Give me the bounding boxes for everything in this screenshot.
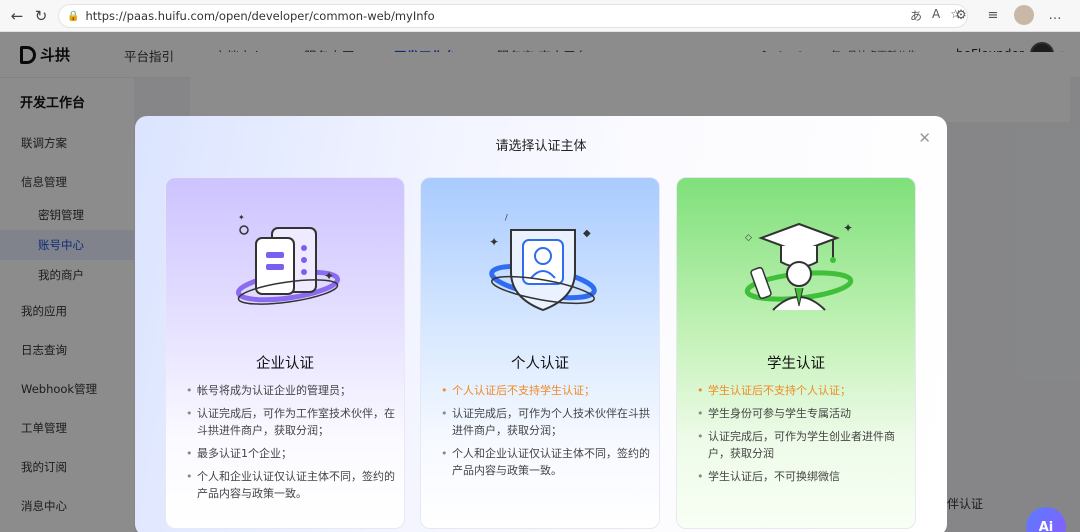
modal-title: 请选择认证主体 (495, 139, 587, 154)
list-item: 认证完成后，可作为工作室技术伙伴，在斗拱进件商户，获取分润； (186, 405, 396, 439)
graduation-cap-icon: ✦ ◇ (744, 221, 854, 311)
card-enterprise[interactable]: ✦ ✦ 企业认证 帐号将成为认证企业的管理员； 认证完成后，可作为工作室技术伙伴… (165, 177, 405, 529)
card-enterprise-title: 企业认证 (256, 356, 314, 372)
card-personal-list: 个人认证后不支持学生认证； 认证完成后，可作为个人技术伙伴在斗拱进件商户，获取分… (441, 382, 651, 485)
address-bar[interactable]: 🔒 https://paas.huifu.com/open/developer/… (58, 4, 968, 28)
user-shield-icon: ✦ ◆ / (489, 213, 597, 312)
url-text: https://paas.huifu.com/open/developer/co… (85, 9, 435, 23)
extensions-icon[interactable]: ⚙ (950, 4, 972, 26)
list-item-warning: 个人认证后不支持学生认证； (441, 382, 651, 399)
auth-modal: 请选择认证主体 ✕ ✦ ✦ 企业认证 帐号将成为认证企业的管理员； 认证完成后，… (135, 116, 947, 532)
read-aloud-icon[interactable]: A (932, 7, 940, 24)
card-personal[interactable]: ✦ ◆ / 个人认证 个人认证后不支持学生认证； 认证完成后，可作为个人技术伙伴… (420, 177, 660, 529)
favorites-icon[interactable]: ≡ (982, 4, 1004, 26)
svg-text:◆: ◆ (583, 228, 591, 239)
list-item: 个人和企业认证仅认证主体不同，签约的产品内容与政策一致。 (441, 445, 651, 479)
card-personal-title: 个人认证 (511, 356, 569, 372)
list-item: 学生认证后，不可换绑微信 (697, 468, 907, 485)
list-item: 认证完成后，可作为学生创业者进件商户，获取分润 (697, 428, 907, 462)
card-student-list: 学生认证后不支持个人认证； 学生身份可参与学生专属活动 认证完成后，可作为学生创… (697, 382, 907, 491)
svg-text:✦: ✦ (489, 235, 499, 249)
list-item-warning: 学生认证后不支持个人认证； (697, 382, 907, 399)
svg-text:◇: ◇ (745, 233, 752, 243)
list-item: 个人和企业认证仅认证主体不同，签约的产品内容与政策一致。 (186, 468, 396, 502)
svg-text:✦: ✦ (324, 269, 334, 283)
card-student-title: 学生认证 (767, 356, 825, 372)
lock-icon: 🔒 (67, 10, 80, 22)
more-icon[interactable]: … (1044, 4, 1066, 26)
building-icon: ✦ ✦ (235, 213, 341, 305)
browser-toolbar: ← ↻ 🔒 https://paas.huifu.com/open/develo… (0, 0, 1080, 32)
svg-text:/: / (505, 213, 508, 222)
list-item: 最多认证1个企业； (186, 445, 396, 462)
profile-avatar[interactable] (1014, 5, 1034, 25)
list-item: 学生身份可参与学生专属活动 (697, 405, 907, 422)
card-enterprise-list: 帐号将成为认证企业的管理员； 认证完成后，可作为工作室技术伙伴，在斗拱进件商户，… (186, 382, 396, 508)
list-item: 帐号将成为认证企业的管理员； (186, 382, 396, 399)
svg-text:✦: ✦ (843, 221, 853, 235)
reload-icon[interactable]: ↻ (28, 3, 54, 29)
close-icon[interactable]: ✕ (918, 129, 931, 147)
list-item: 认证完成后，可作为个人技术伙伴在斗拱进件商户，获取分润； (441, 405, 651, 439)
card-student[interactable]: ✦ ◇ 学生认证 学生认证后不支持个人认证； 学生身份可参与学生专属活动 认证完… (676, 177, 916, 529)
translate-icon[interactable]: あ (910, 7, 922, 24)
svg-text:✦: ✦ (238, 213, 245, 222)
back-icon[interactable]: ← (4, 3, 30, 29)
